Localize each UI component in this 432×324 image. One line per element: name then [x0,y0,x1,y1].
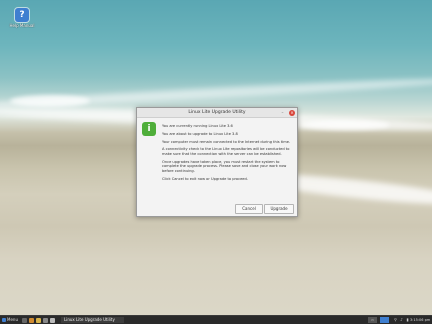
workspace-icon[interactable] [380,317,389,323]
message-line-2: You are about to upgrade to Linux Lite 3… [162,131,238,136]
launcher-settings-icon[interactable] [43,317,48,323]
dialog-titlebar[interactable]: Linux Lite Upgrade Utility – × [137,108,297,118]
volume-icon[interactable]: ♪ [399,317,404,323]
dialog-message: You are currently running Linux Lite 3.6… [162,124,292,184]
taskbar-item-upgrade-utility[interactable]: Linux Lite Upgrade Utility [61,317,124,323]
help-icon: ? [15,8,29,22]
launcher-terminal-icon[interactable] [22,317,27,323]
dialog-title: Linux Lite Upgrade Utility [188,110,246,115]
launcher-browser-icon[interactable] [29,317,34,323]
info-icon: i [142,122,156,136]
upgrade-dialog: Linux Lite Upgrade Utility – × i You are… [136,107,298,217]
message-line-5: Once upgrades have taken place, you must… [162,159,287,173]
desktop-icon-label: Help Manual [9,23,35,28]
upgrade-button[interactable]: Upgrade [264,204,294,214]
foam-patch-1 [10,95,90,107]
network-icon[interactable]: ⚲ [393,317,398,323]
close-icon[interactable]: × [289,109,295,116]
menu-button[interactable]: Menu [2,317,18,323]
launcher-files-icon[interactable] [36,317,41,323]
message-line-3: Your computer must remain connected to t… [162,139,291,144]
message-line-6: Click Cancel to exit now or Upgrade to p… [162,176,248,181]
desktop-icon-help-manual[interactable]: ? Help Manual [6,8,38,28]
taskbar: Menu Linux Lite Upgrade Utility ▭ ⚲ ♪ ▮ … [0,315,432,324]
launcher-desktop-icon[interactable] [50,317,55,323]
message-line-1: You are currently running Linux Lite 3.6 [162,124,233,128]
taskbar-task-label: Linux Lite Upgrade Utility [64,317,115,322]
clock[interactable]: 3:15:06 pm [410,317,432,323]
foam-patch-2 [300,120,390,130]
cancel-button[interactable]: Cancel [235,204,263,214]
keyboard-layout-icon[interactable]: ▭ [368,317,377,323]
menu-label: Menu [7,317,18,322]
menu-icon [2,318,6,322]
minimize-icon[interactable]: – [280,108,285,117]
message-line-4: A connectivity check to the Linux Lite r… [162,147,290,156]
